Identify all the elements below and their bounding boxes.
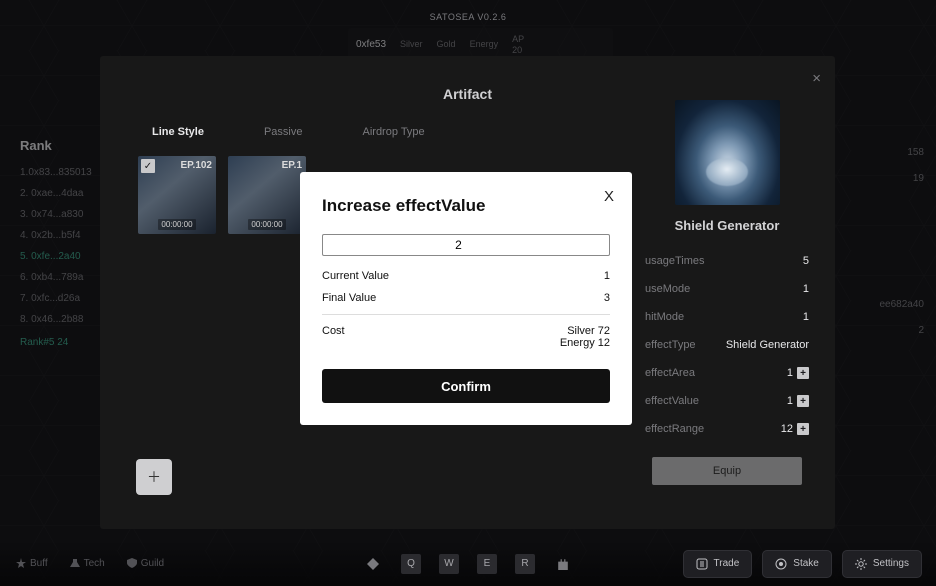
hotkey-row: Q W E R <box>363 554 573 574</box>
dock-guild[interactable]: Guild <box>127 558 164 569</box>
artifact-name: Shield Generator <box>675 218 780 233</box>
prop-value: 5 <box>803 255 809 267</box>
prop-row: useMode 1 <box>645 283 809 295</box>
increase-button[interactable]: + <box>797 367 809 379</box>
close-icon[interactable]: X <box>604 188 614 205</box>
bg-info-line: 19 <box>880 166 925 192</box>
castle-icon[interactable] <box>553 554 573 574</box>
flask-icon <box>70 558 80 568</box>
increase-dialog: X Increase effectValue Current Value 1 F… <box>300 172 632 425</box>
increase-button[interactable]: + <box>797 395 809 407</box>
prop-key: effectRange <box>645 423 704 435</box>
close-icon[interactable]: × <box>812 70 821 87</box>
energy-label: Energy <box>470 39 499 49</box>
dock-right: Trade Stake Settings <box>683 550 922 578</box>
artifact-props: usageTimes 5 useMode 1 hitMode 1 effectType Shi… <box>645 255 809 451</box>
artifact-image <box>675 100 780 205</box>
prop-value: 1+ <box>787 395 809 407</box>
increase-button[interactable]: + <box>797 423 809 435</box>
card-timer: 00:00:00 <box>248 219 285 230</box>
hotkey-r[interactable]: R <box>515 554 535 574</box>
prop-row: effectRange 12+ <box>645 423 809 435</box>
shield-icon <box>127 558 137 568</box>
current-value-label: Current Value <box>322 270 389 282</box>
add-card-button[interactable]: ＋ <box>136 459 172 495</box>
bg-info-line: 2 <box>880 318 925 344</box>
prop-value: Shield Generator <box>726 339 809 351</box>
gold-label: Gold <box>437 39 456 49</box>
silver-label: Silver <box>400 39 423 49</box>
dock-left: Buff Tech Guild <box>16 558 164 569</box>
stake-icon <box>775 558 787 570</box>
dialog-title: Increase effectValue <box>322 196 610 216</box>
hotkey-w[interactable]: W <box>439 554 459 574</box>
bg-info-line: 158 <box>880 140 925 166</box>
plus-icon: ＋ <box>147 467 161 487</box>
card-timer: 00:00:00 <box>158 219 195 230</box>
increase-amount-input[interactable] <box>322 234 610 256</box>
prop-row: effectValue 1+ <box>645 395 809 407</box>
tab-passive[interactable]: Passive <box>264 126 303 138</box>
tab-line-style[interactable]: Line Style <box>152 126 204 138</box>
current-value: 1 <box>604 270 610 282</box>
star-icon <box>16 558 26 568</box>
prop-value: 1 <box>803 283 809 295</box>
trade-icon <box>696 558 708 570</box>
dock-tech[interactable]: Tech <box>70 558 105 569</box>
dock-buff[interactable]: Buff <box>16 558 48 569</box>
background-info: 158 19 ee682a40 2 <box>880 140 925 344</box>
settings-button[interactable]: Settings <box>842 550 922 578</box>
prop-row: effectArea 1+ <box>645 367 809 379</box>
diamond-icon[interactable] <box>363 554 383 574</box>
bg-info-line: ee682a40 <box>880 292 925 318</box>
artifact-card[interactable]: ✓ EP.102 00:00:00 <box>138 156 216 234</box>
check-icon: ✓ <box>141 159 155 173</box>
confirm-button[interactable]: Confirm <box>322 369 610 403</box>
tab-airdrop-type[interactable]: Airdrop Type <box>363 126 425 138</box>
card-ep: EP.1 <box>232 160 302 171</box>
prop-key: effectType <box>645 339 696 351</box>
prop-row: effectType Shield Generator <box>645 339 809 351</box>
hotkey-q[interactable]: Q <box>401 554 421 574</box>
equip-button[interactable]: Equip <box>652 457 802 485</box>
trade-button[interactable]: Trade <box>683 550 753 578</box>
cost-line: Energy 12 <box>560 337 610 349</box>
player-address: 0xfe53 <box>356 39 386 50</box>
prop-key: useMode <box>645 283 690 295</box>
stake-button[interactable]: Stake <box>762 550 832 578</box>
prop-value: 1 <box>803 311 809 323</box>
final-value: 3 <box>604 292 610 304</box>
artifact-card[interactable]: EP.1 00:00:00 <box>228 156 306 234</box>
prop-key: effectValue <box>645 395 699 407</box>
artifact-details: Shield Generator usageTimes5useMode1hitM… <box>645 100 809 485</box>
prop-key: effectArea <box>645 367 695 379</box>
bottom-dock: Buff Tech Guild Q W E R Trade Stake S <box>0 541 936 586</box>
prop-value: 12+ <box>781 423 809 435</box>
cost-label: Cost <box>322 325 345 337</box>
prop-value: 1+ <box>787 367 809 379</box>
prop-key: usageTimes <box>645 255 705 267</box>
app-title: SATOSEA V0.2.6 <box>0 12 936 22</box>
gear-icon <box>855 558 867 570</box>
prop-row: hitMode 1 <box>645 311 809 323</box>
prop-key: hitMode <box>645 311 684 323</box>
hotkey-e[interactable]: E <box>477 554 497 574</box>
cost-line: Silver 72 <box>560 325 610 337</box>
ap-label: AP <box>512 34 524 44</box>
final-value-label: Final Value <box>322 292 376 304</box>
prop-row: usageTimes 5 <box>645 255 809 267</box>
ap-value: 20 <box>512 45 522 55</box>
